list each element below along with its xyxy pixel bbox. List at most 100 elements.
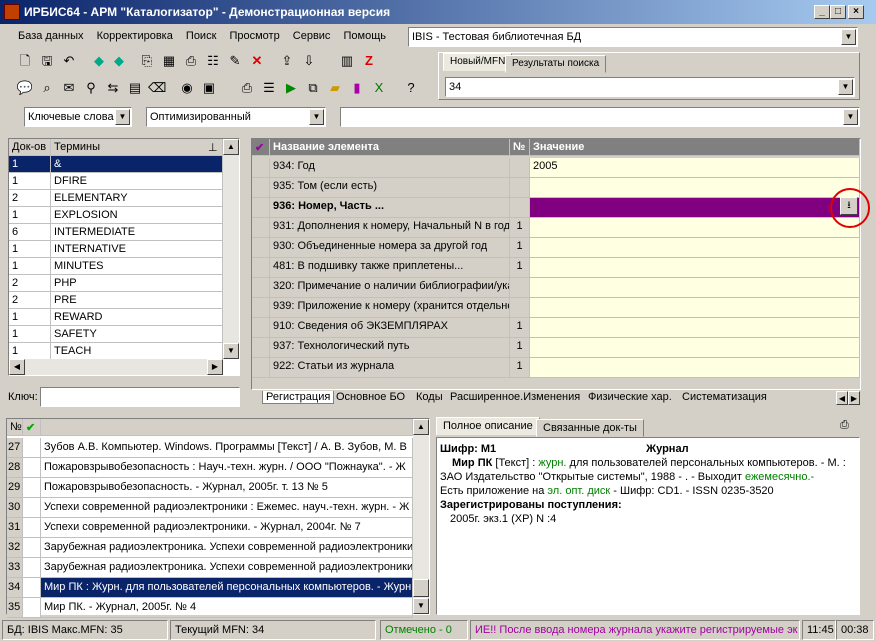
record-row[interactable]: 35 Мир ПК. - Журнал, 2005г. № 4 <box>7 598 413 618</box>
field-row[interactable]: 934: Год 2005 <box>252 158 860 178</box>
minimize-button[interactable]: _ <box>814 5 830 19</box>
chart-icon[interactable]: ▮ <box>348 79 366 97</box>
excel-icon[interactable]: X <box>370 79 388 97</box>
dictionary-row[interactable]: 1 INTERNATIVE <box>9 241 223 258</box>
dictionary-row[interactable]: 1 TEACH <box>9 343 223 360</box>
record-checkbox[interactable] <box>23 458 41 478</box>
maximize-button[interactable]: □ <box>830 5 846 19</box>
scroll-down-icon[interactable]: ▼ <box>223 343 239 359</box>
field-row[interactable]: 936: Номер, Часть ... <box>252 198 860 218</box>
printer-icon[interactable]: ⎙ <box>238 79 256 97</box>
search-doc-icon[interactable]: ⌕ <box>38 79 56 97</box>
record-row[interactable]: 30 Успехи современной радиоэлектроники : … <box>7 498 413 518</box>
print-icon[interactable]: ⎙ <box>182 52 200 70</box>
field-value[interactable] <box>530 258 860 278</box>
dictionary-row[interactable]: 1 EXPLOSION <box>9 207 223 224</box>
field-value[interactable] <box>530 338 860 358</box>
folder-icon[interactable]: ▣ <box>200 79 218 97</box>
tab-search-results[interactable]: Результаты поиска <box>505 55 607 73</box>
run-icon[interactable]: ▶ <box>282 79 300 97</box>
tab-codes[interactable]: Коды <box>416 391 443 403</box>
records-scrollbar[interactable]: ▲ ▼ <box>413 419 429 614</box>
field-value[interactable] <box>530 278 860 298</box>
field-value[interactable] <box>530 358 860 378</box>
record-checkbox[interactable] <box>23 538 41 558</box>
tab-extended[interactable]: Расширенное.Изменения <box>450 391 580 403</box>
new-record-icon[interactable]: 🗋 <box>16 52 34 70</box>
eraser-icon[interactable]: ⌫ <box>148 79 166 97</box>
scroll-right-icon[interactable]: ▶ <box>207 359 223 375</box>
field-row[interactable]: 481: В подшивку также приплетены... 1 <box>252 258 860 278</box>
record-row[interactable]: 29 Пожаровзрывобезопасность. - Журнал, 20… <box>7 478 413 498</box>
column-header-terms[interactable]: Термины <box>51 139 223 156</box>
tabs-right-icon[interactable]: ▶ <box>848 391 860 405</box>
record-checkbox[interactable] <box>23 598 41 618</box>
record-row[interactable]: 32 Зарубежная радиоэлектроника. Успехи со… <box>7 538 413 558</box>
print-list-icon[interactable]: ☰ <box>260 79 278 97</box>
field-row[interactable]: 937: Технологический путь 1 <box>252 338 860 358</box>
key-input[interactable] <box>40 387 240 407</box>
comment-icon[interactable]: 💬 <box>16 79 34 97</box>
tab-new-mfn[interactable]: Новый/MFN <box>443 53 513 71</box>
import-icon[interactable]: ⇩ <box>300 52 318 70</box>
field-value[interactable]: 2005 <box>530 158 860 178</box>
check-all-icon[interactable]: ✔ <box>252 139 270 156</box>
field-value[interactable] <box>530 298 860 318</box>
search-strategy-select[interactable]: Оптимизированный ▼ <box>146 107 326 127</box>
field-row[interactable]: 930: Объединенные номера за другой год 1 <box>252 238 860 258</box>
link-icon[interactable]: ⇆ <box>104 79 122 97</box>
mail-icon[interactable]: ✉ <box>60 79 78 97</box>
field-row[interactable]: 910: Сведения об ЭКЗЕМПЛЯРАХ 1 <box>252 318 860 338</box>
grid-icon[interactable]: ▤ <box>126 79 144 97</box>
undo-icon[interactable]: ↶ <box>60 52 78 70</box>
record-row[interactable]: 27 Зубов А.В. Компьютер. Windows. Програм… <box>7 438 413 458</box>
scroll-left-icon[interactable]: ◀ <box>9 359 25 375</box>
record-checkbox[interactable] <box>23 478 41 498</box>
record-checkbox[interactable] <box>23 438 41 458</box>
field-value[interactable] <box>530 238 860 258</box>
tab-physical[interactable]: Физические хар. <box>588 391 672 403</box>
scroll-up-icon[interactable]: ▲ <box>413 419 429 435</box>
next-record-icon[interactable]: ◆ <box>110 52 128 70</box>
barcode-icon[interactable]: ▥ <box>338 52 356 70</box>
scroll-thumb[interactable] <box>413 579 429 597</box>
tab-registration[interactable]: Регистрация <box>262 391 335 404</box>
scroll-up-icon[interactable]: ▲ <box>223 139 239 155</box>
view-icon[interactable]: ◉ <box>178 79 196 97</box>
mfn-input[interactable]: 34 ▼ <box>445 77 855 97</box>
save-icon[interactable]: 🖫 <box>38 52 56 70</box>
field-value[interactable] <box>530 218 860 238</box>
menu-view[interactable]: Просмотр <box>229 30 279 42</box>
delete-icon[interactable]: ✕ <box>248 52 266 70</box>
field-row[interactable]: 935: Том (если есть) <box>252 178 860 198</box>
tab-full-description[interactable]: Полное описание <box>436 417 540 435</box>
z3950-icon[interactable]: Z <box>360 52 378 70</box>
help-book-icon[interactable]: ? <box>402 79 420 97</box>
record-row[interactable]: 28 Пожаровзрывобезопасность : Науч.-техн.… <box>7 458 413 478</box>
menu-edit[interactable]: Корректировка <box>97 30 173 42</box>
search-mode-select[interactable]: Ключевые слова ▼ <box>24 107 132 127</box>
dictionary-scrollbar[interactable]: ▲ ▼ <box>223 139 239 359</box>
record-row[interactable]: 33 Зарубежная радиоэлектроника. Успехи со… <box>7 558 413 578</box>
column-header-count[interactable]: Док-ов <box>9 139 51 156</box>
record-checkbox[interactable] <box>23 498 41 518</box>
dictionary-row[interactable]: 2 PRE <box>9 292 223 309</box>
dictionary-row[interactable]: 1 DFIRE <box>9 173 223 190</box>
record-checkbox[interactable] <box>23 518 41 538</box>
close-button[interactable]: × <box>848 5 864 19</box>
print-description-icon[interactable]: ⎙ <box>840 419 849 432</box>
menu-search[interactable]: Поиск <box>186 30 216 42</box>
field-value[interactable] <box>530 178 860 198</box>
field-row[interactable]: 931: Дополнения к номеру, Начальный N в … <box>252 218 860 238</box>
field-value[interactable] <box>530 318 860 338</box>
docs-icon[interactable]: ⧉ <box>304 79 322 97</box>
table-icon[interactable]: ▦ <box>160 52 178 70</box>
menu-service[interactable]: Сервис <box>293 30 331 42</box>
record-row[interactable]: 34 Мир ПК : Журн. для пользователей персо… <box>7 578 413 598</box>
dictionary-hscrollbar[interactable]: ◀ ▶ <box>9 359 223 375</box>
prev-record-icon[interactable]: ◆ <box>90 52 108 70</box>
dictionary-row[interactable]: 6 INTERMEDIATE <box>9 224 223 241</box>
dictionary-row[interactable]: 2 ELEMENTARY <box>9 190 223 207</box>
dictionary-row[interactable]: 1 SAFETY <box>9 326 223 343</box>
menu-database[interactable]: База данных <box>18 30 84 42</box>
